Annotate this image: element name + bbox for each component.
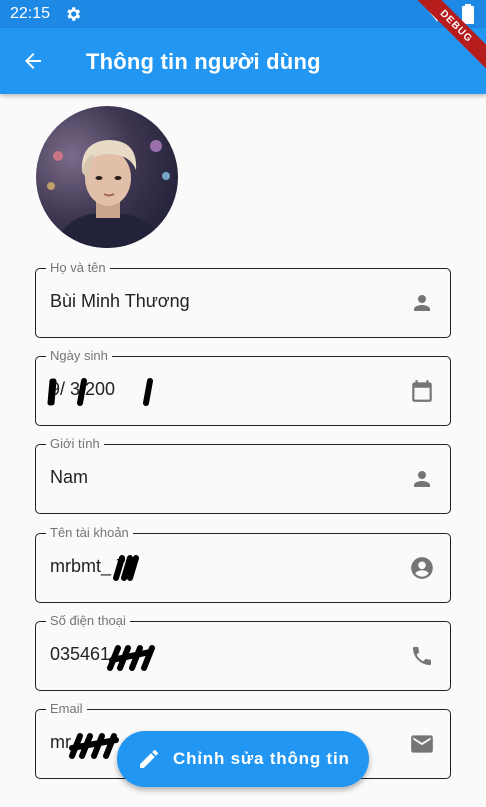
edit-profile-label: Chỉnh sửa thông tin	[173, 749, 350, 768]
field-label: Tên tài khoản	[46, 525, 133, 540]
redaction-scribble	[107, 645, 155, 671]
back-button[interactable]	[18, 46, 48, 76]
edit-icon	[140, 750, 158, 768]
gear-icon	[67, 7, 81, 21]
field-label: Giới tính	[46, 436, 104, 451]
account-circle-icon	[408, 554, 436, 582]
date-of-birth-field[interactable]: Ngày sinh 9/ 3/200	[35, 348, 451, 426]
profile-photo	[36, 106, 178, 248]
gender-field[interactable]: Giới tính Nam	[35, 436, 451, 514]
field-label: Ngày sinh	[46, 348, 112, 363]
page-title: Thông tin người dùng	[86, 49, 321, 74]
field-label: Số điện thoại	[46, 613, 130, 628]
status-time: 22:15	[10, 5, 51, 22]
calendar-icon[interactable]	[408, 377, 436, 405]
arrow-back-icon	[25, 53, 41, 69]
field-value: 035461	[50, 644, 111, 664]
person-icon	[408, 465, 436, 493]
app-bar: Thông tin người dùng	[0, 28, 486, 94]
field-value: Nam	[50, 467, 89, 487]
full-name-field[interactable]: Họ và tên Bùi Minh Thương	[35, 260, 451, 338]
field-value: Bùi Minh Thương	[50, 291, 190, 311]
phone-field[interactable]: Số điện thoại 035461	[35, 613, 451, 691]
avatar[interactable]	[36, 106, 178, 248]
username-field[interactable]: Tên tài khoản mrbmt_ 7	[35, 525, 451, 603]
status-bar: 22:15	[0, 0, 486, 28]
wifi-icon	[428, 6, 446, 22]
edit-profile-button[interactable]: Chỉnh sửa thông tin	[117, 731, 369, 787]
phone-icon[interactable]	[408, 642, 436, 670]
email-icon[interactable]	[408, 730, 436, 758]
field-label: Email	[46, 701, 87, 716]
person-icon	[408, 289, 436, 317]
redaction-scribble	[47, 378, 153, 406]
battery-icon	[462, 4, 474, 24]
redaction-scribble	[113, 555, 139, 581]
field-label: Họ và tên	[46, 260, 110, 275]
